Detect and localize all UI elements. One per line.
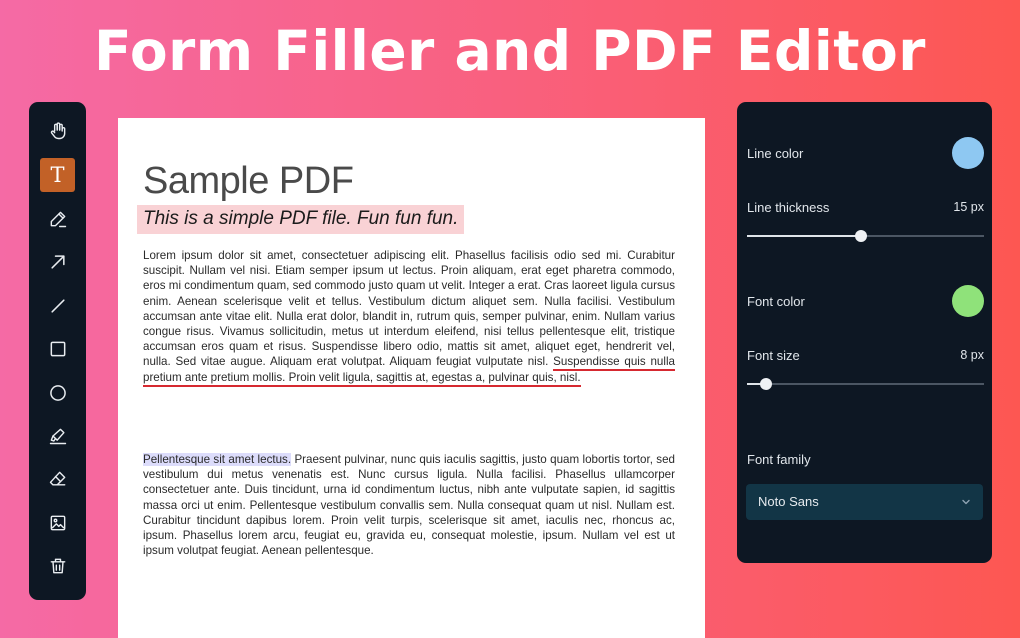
highlighted-text-annotation: Pellentesque sit amet lectus.: [143, 453, 292, 466]
line-color-swatch[interactable]: [952, 137, 984, 169]
paragraph-2-text: Praesent pulvinar, nunc quis iaculis sag…: [143, 453, 675, 558]
slider-handle[interactable]: [759, 378, 772, 390]
font-size-value: 8 px: [960, 348, 984, 362]
font-family-select[interactable]: Noto Sans: [746, 484, 983, 520]
line-thickness-slider[interactable]: [747, 230, 984, 242]
image-tool-button[interactable]: [40, 506, 75, 540]
pdf-page[interactable]: Sample PDF This is a simple PDF file. Fu…: [118, 118, 705, 638]
tool-sidebar: T: [29, 102, 86, 600]
slider-fill: [747, 235, 861, 237]
headline: Form Filler and PDF Editor: [94, 19, 926, 83]
line-color-label: Line color: [747, 146, 804, 161]
line-thickness-value: 15 px: [953, 200, 984, 214]
hand-tool-button[interactable]: [40, 114, 75, 148]
document-subtitle-highlighted: This is a simple PDF file. Fun fun fun.: [137, 205, 465, 234]
eraser-tool-button[interactable]: [40, 462, 75, 496]
font-color-swatch[interactable]: [952, 285, 984, 317]
circle-icon: [49, 385, 66, 401]
document-paragraph-1: Lorem ipsum dolor sit amet, consectetuer…: [143, 248, 675, 387]
rectangle-tool-button[interactable]: [40, 332, 75, 366]
paragraph-1-text: Lorem ipsum dolor sit amet, consectetuer…: [143, 249, 675, 369]
hand-icon: [50, 122, 65, 140]
delete-tool-button[interactable]: [40, 549, 75, 583]
chevron-down-icon: [962, 499, 970, 505]
highlighter-icon: [49, 428, 66, 445]
ellipse-tool-button[interactable]: [40, 376, 75, 410]
slider-handle[interactable]: [854, 230, 867, 242]
line-thickness-label: Line thickness: [747, 200, 830, 215]
properties-panel: Line color Line thickness 15 px Font col…: [737, 102, 992, 563]
document-title: Sample PDF: [143, 160, 354, 202]
image-icon: [50, 515, 65, 531]
eraser-icon: [49, 471, 65, 486]
pencil-tool-button[interactable]: [40, 202, 75, 236]
document-paragraph-2: Pellentesque sit amet lectus. Praesent p…: [143, 452, 675, 558]
line-icon: [50, 299, 65, 313]
font-size-label: Font size: [747, 348, 800, 363]
font-size-slider[interactable]: [747, 378, 984, 390]
rectangle-icon: [50, 341, 65, 357]
line-tool-button[interactable]: [40, 289, 75, 323]
text-tool-button[interactable]: T: [40, 158, 75, 192]
arrow-icon: [50, 255, 65, 269]
font-family-value: Noto Sans: [758, 494, 819, 509]
text-icon: T: [50, 162, 65, 187]
arrow-tool-button[interactable]: [40, 245, 75, 279]
pencil-icon: [50, 211, 66, 228]
font-family-label: Font family: [747, 452, 811, 467]
highlighter-tool-button[interactable]: [40, 419, 75, 453]
font-color-label: Font color: [747, 294, 805, 309]
trash-icon: [50, 558, 65, 574]
